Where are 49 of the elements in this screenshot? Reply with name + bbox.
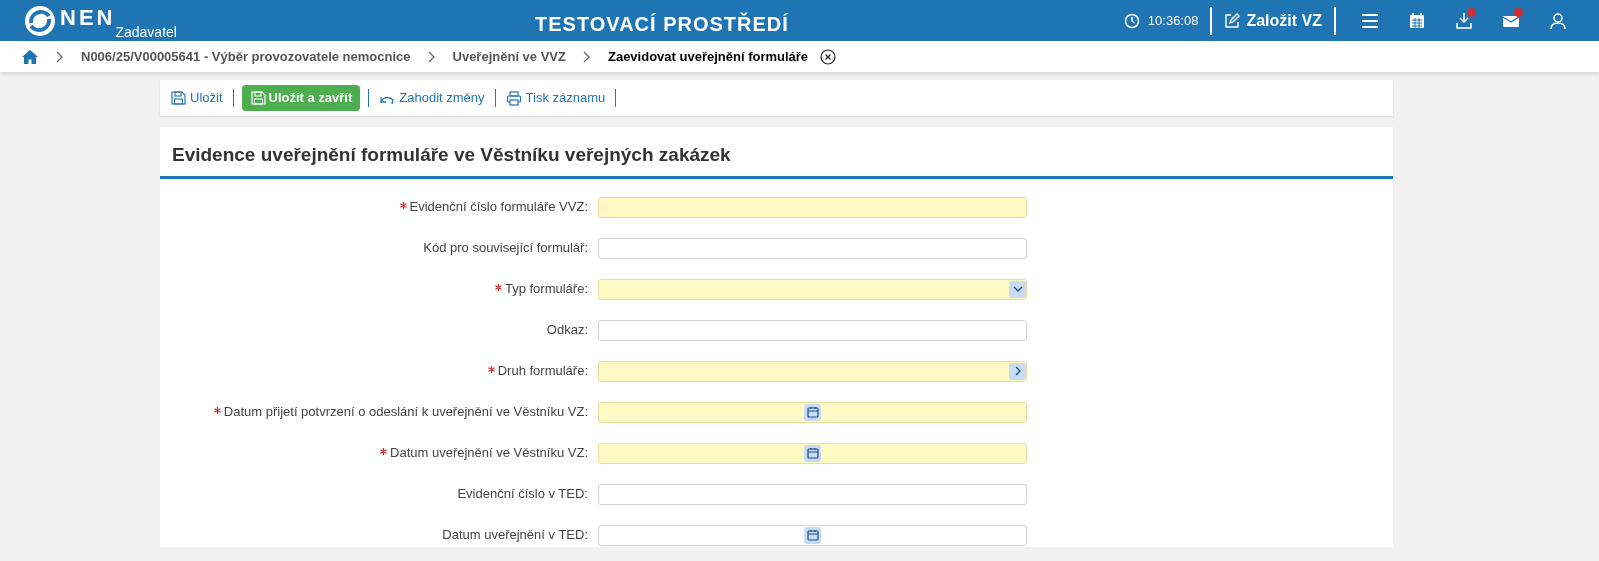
field-label: Datum uveřejnění v TED: [442, 526, 588, 545]
chevron-right-icon [582, 50, 591, 63]
form-title: Evidence uveřejnění formuláře ve Věstníku veřejných zakázek [160, 127, 1393, 179]
breadcrumb-current[interactable]: Zaevidovat uveřejnění formuláře [607, 46, 809, 67]
date-field[interactable] [598, 442, 1027, 464]
field-label: Evidenční číslo v TED: [457, 485, 588, 504]
field-label: Datum přijetí potvrzení o odeslání k uveřejnění ve Věstníku VZ: [223, 403, 588, 422]
chevron-right-icon[interactable] [1009, 362, 1026, 380]
toolbar-button[interactable]: Tisk záznamu [503, 85, 608, 111]
toolbar-button[interactable]: Uložit [168, 85, 225, 111]
close-icon[interactable] [820, 48, 837, 65]
home-icon[interactable] [21, 48, 39, 65]
input-field[interactable] [598, 196, 1027, 218]
breadcrumb-link[interactable]: Uveřejnění ve VVZ [452, 46, 566, 67]
field-label: Datum uveřejnění ve Věstníku VZ: [390, 444, 588, 463]
field-label: Odkaz: [546, 321, 588, 340]
input-field[interactable] [598, 360, 1027, 382]
printer-icon [505, 90, 522, 106]
field-label: Druh formuláře: [497, 362, 588, 381]
input-field[interactable] [598, 483, 1027, 505]
calendar-icon[interactable] [804, 526, 821, 544]
chevron-right-icon [56, 50, 64, 63]
logo-icon [24, 4, 56, 37]
toolbar-button[interactable]: Zahodit změny [377, 85, 487, 111]
edit-icon [1224, 12, 1241, 29]
create-button[interactable]: Založit VZ [1212, 8, 1334, 33]
download-icon [1453, 10, 1474, 31]
date-field[interactable] [598, 401, 1027, 423]
field-label: Evidenční číslo formuláře VVZ: [409, 198, 588, 217]
save-icon [249, 90, 266, 106]
field-label: Typ formuláře: [504, 280, 588, 299]
logo-text: NEN [60, 6, 116, 29]
toolbar-button[interactable]: Uložit a zavřít [241, 85, 361, 111]
chevron-right-icon [427, 50, 436, 63]
clock-icon [1123, 12, 1140, 29]
environment-title: TESTOVACÍ PROSTŘEDÍ [535, 11, 789, 37]
field-label: Kód pro související formulář: [423, 239, 588, 258]
calendar-icon[interactable] [804, 444, 821, 462]
save-icon [170, 90, 186, 106]
user-icon [1547, 10, 1568, 31]
logo-subtitle: Zadavatel [115, 24, 177, 39]
chevron-down-icon[interactable] [1009, 280, 1026, 298]
date-field[interactable] [598, 524, 1027, 546]
dropdown-field[interactable] [598, 278, 1027, 300]
input-field[interactable] [598, 319, 1027, 341]
clock-time: 10:36:08 [1147, 11, 1199, 30]
breadcrumb-link[interactable]: N006/25/V00005641 - Výběr provozovatele nemocnice [81, 46, 411, 67]
calendar-icon[interactable] [804, 403, 821, 421]
input-field[interactable] [598, 237, 1027, 259]
